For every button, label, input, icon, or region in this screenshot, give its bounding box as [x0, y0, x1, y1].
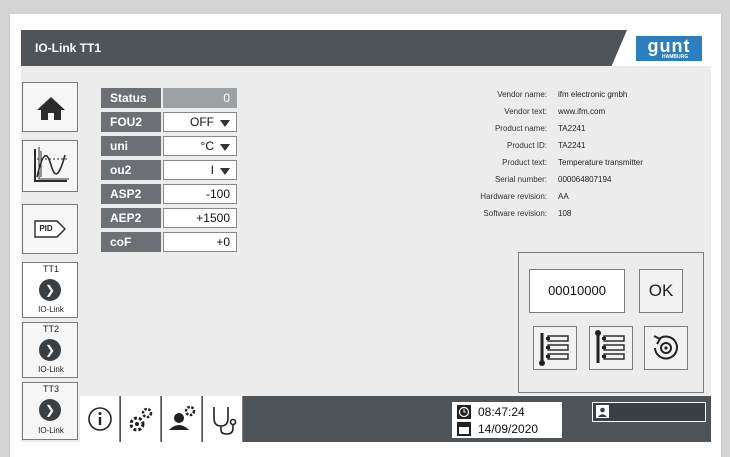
tt1-label: TT1 — [42, 264, 59, 274]
param-select-fou2[interactable]: OFF — [163, 112, 237, 132]
info-value: Temperature transmitter — [558, 158, 643, 167]
info-value: TA2241 — [558, 141, 586, 150]
sidebar-item-tt2[interactable]: TT2 ❯ IO-Link — [22, 322, 78, 378]
dropdown-arrow-icon — [220, 144, 230, 151]
param-value-fou2: OFF — [190, 115, 214, 129]
user-login-field[interactable] — [592, 402, 706, 422]
info-key: Serial number: — [494, 175, 547, 184]
info-key: Vendor name: — [497, 90, 547, 99]
param-label-fou2: FOU2 — [101, 112, 161, 132]
bottom-bar: 08:47:24 14/09/2020 — [80, 396, 711, 442]
param-label-uni: uni — [101, 136, 161, 156]
diagnostics-button[interactable] — [203, 396, 243, 442]
brand-plate: gunt HAMBURG — [605, 30, 711, 66]
info-icon — [88, 407, 112, 431]
io-link-sensor-icon: ❯ — [39, 339, 61, 361]
command-code-input[interactable]: 00010000 — [529, 269, 625, 313]
home-icon — [37, 97, 65, 120]
window-title: IO-Link TT1 — [35, 41, 101, 55]
clock-icon — [457, 405, 471, 419]
info-button[interactable] — [80, 396, 120, 442]
parameter-list-icon — [539, 333, 569, 366]
user-icon — [596, 405, 609, 418]
sidebar-item-tt3[interactable]: TT3 ❯ IO-Link — [22, 382, 78, 440]
logo-subtext: HAMBURG — [662, 54, 689, 60]
info-key: Software revision: — [483, 209, 547, 218]
tt2-bus-label: IO-Link — [38, 365, 64, 374]
clock: 08:47:24 14/09/2020 — [452, 402, 562, 438]
param-label-cof: coF — [101, 232, 161, 252]
param-label-ou2: ou2 — [101, 160, 161, 180]
io-link-sensor-icon: ❯ — [39, 279, 61, 301]
sidebar-item-tt1[interactable]: TT1 ❯ IO-Link — [22, 262, 78, 318]
param-value-status: 0 — [163, 88, 237, 108]
clock-date: 14/09/2020 — [478, 422, 539, 436]
settings-button[interactable] — [121, 396, 161, 442]
info-key: Product ID: — [506, 141, 547, 150]
calendar-icon — [457, 422, 471, 436]
trend-button[interactable] — [22, 140, 78, 192]
tt1-bus-label: IO-Link — [38, 305, 64, 314]
param-input-asp2[interactable]: -100 — [163, 184, 237, 204]
logo-text: gunt — [647, 36, 691, 56]
info-value: AA — [558, 192, 569, 201]
trend-chart-icon — [34, 147, 69, 182]
dropdown-arrow-icon — [220, 120, 230, 127]
info-value: 108 — [558, 209, 572, 218]
param-label-status: Status — [101, 88, 161, 108]
tt3-label: TT3 — [42, 384, 59, 394]
stethoscope-icon — [213, 407, 237, 435]
info-key: Product text: — [502, 158, 547, 167]
io-link-sensor-icon: ❯ — [39, 399, 61, 421]
reset-gear-icon — [653, 335, 678, 360]
info-value: TA2241 — [558, 124, 586, 133]
param-select-uni[interactable]: °C — [163, 136, 237, 156]
sidebar: PID TT1 ❯ IO-Link TT2 ❯ IO-Link TT3 ❯ IO… — [22, 82, 78, 440]
factory-reset-button[interactable] — [644, 326, 688, 370]
write-params-button[interactable] — [589, 326, 633, 370]
dropdown-arrow-icon — [220, 168, 230, 175]
info-value: ifm electronic gmbh — [558, 90, 628, 99]
param-label-asp2: ASP2 — [101, 184, 161, 204]
info-value: www.ifm.com — [558, 107, 606, 116]
pid-label: PID — [39, 224, 53, 233]
user-gear-icon — [169, 405, 196, 430]
user-settings-button[interactable] — [162, 396, 202, 442]
command-panel: 00010000 OK — [518, 252, 704, 393]
gunt-logo: gunt HAMBURG — [636, 36, 702, 61]
pid-button[interactable]: PID — [22, 204, 78, 254]
tt2-label: TT2 — [42, 324, 59, 334]
hmi-screen: IO-Link TT1 gunt HAMBURG PID TT1 ❯ IO-Li… — [21, 30, 711, 442]
param-value-ou2: I — [210, 163, 214, 177]
param-label-aep2: AEP2 — [101, 208, 161, 228]
read-params-button[interactable] — [533, 326, 577, 370]
param-input-cof[interactable]: +0 — [163, 232, 237, 252]
title-bar: IO-Link TT1 gunt HAMBURG — [21, 30, 711, 66]
home-button[interactable] — [22, 82, 78, 132]
info-key: Hardware revision: — [480, 192, 547, 201]
gears-icon — [129, 407, 153, 432]
info-key: Vendor text: — [504, 107, 547, 116]
info-key: Product name: — [494, 124, 547, 133]
param-value-uni: °C — [200, 139, 214, 153]
ok-button[interactable]: OK — [639, 269, 683, 313]
info-value: 000064807194 — [558, 175, 612, 184]
parameter-list-icon — [595, 330, 625, 363]
clock-time: 08:47:24 — [478, 405, 525, 419]
tt3-bus-label: IO-Link — [38, 426, 64, 435]
param-input-aep2[interactable]: +1500 — [163, 208, 237, 228]
brand-slant — [605, 30, 627, 66]
param-select-ou2[interactable]: I — [163, 160, 237, 180]
